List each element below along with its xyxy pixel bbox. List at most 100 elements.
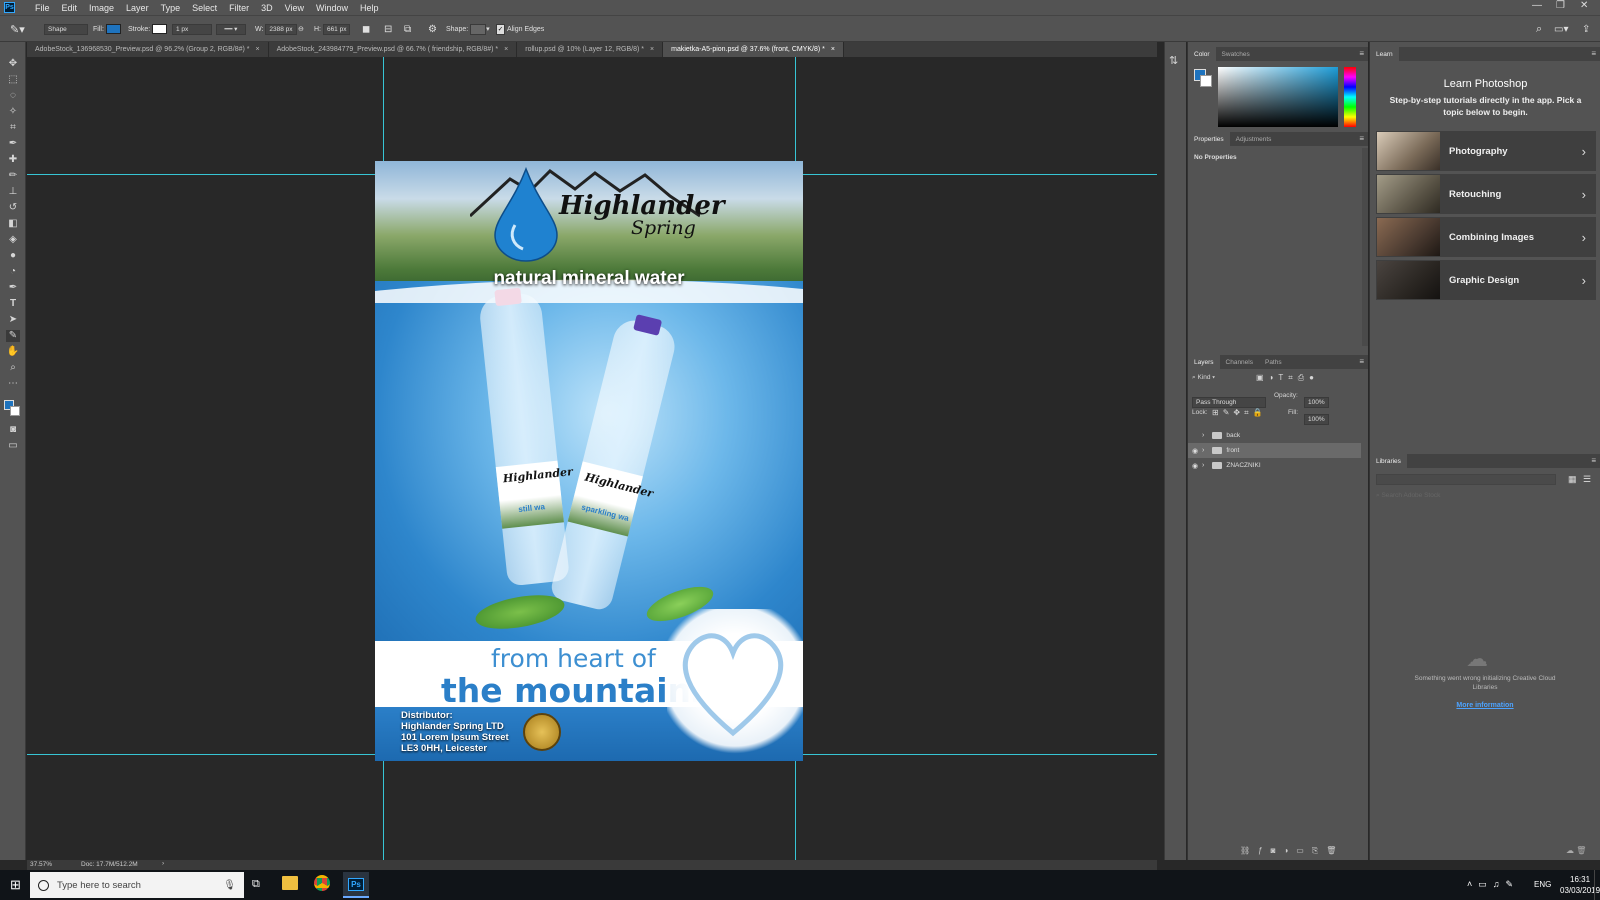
width-input[interactable]: 2388 px: [265, 23, 297, 35]
list-view-icon[interactable]: ☰: [1583, 474, 1591, 485]
crop-tool-icon[interactable]: ⌗: [6, 122, 20, 134]
workspace-icon[interactable]: ▭▾: [1554, 16, 1568, 42]
layer-row-znaczniki[interactable]: ◉ › ZNACZNIKI: [1188, 458, 1361, 473]
blur-tool-icon[interactable]: ●: [6, 250, 20, 262]
zoom-tool-icon[interactable]: ⌕: [6, 362, 20, 374]
panel-menu-icon[interactable]: ≡: [1591, 49, 1596, 58]
system-tray-icons[interactable]: ˄▭♫✎: [1467, 879, 1519, 890]
learn-item-retouching[interactable]: Retouching ›: [1376, 174, 1596, 214]
properties-scrollbar[interactable]: [1362, 148, 1368, 346]
quick-select-tool-icon[interactable]: ✧: [6, 106, 20, 118]
menu-type[interactable]: Type: [155, 3, 187, 13]
background-color-swatch[interactable]: [10, 406, 20, 416]
layer-filter-kind[interactable]: ⌕ Kind ▾: [1192, 374, 1215, 382]
lock-icons[interactable]: ⊞✎✥⌗🔒: [1212, 408, 1267, 418]
path-arrangement-icon[interactable]: ⧉: [404, 16, 411, 42]
menu-filter[interactable]: Filter: [223, 3, 255, 13]
panel-menu-icon[interactable]: ≡: [1359, 134, 1364, 143]
eye-icon[interactable]: ◉: [1188, 447, 1202, 455]
marquee-tool-icon[interactable]: ⬚: [6, 74, 20, 86]
visibility-off-icon[interactable]: [1188, 432, 1202, 439]
search-icon[interactable]: ⌕: [1536, 16, 1542, 42]
layer-row-back[interactable]: › back: [1188, 428, 1361, 443]
tab-properties[interactable]: Properties: [1188, 132, 1230, 146]
lasso-tool-icon[interactable]: ◌: [6, 90, 20, 102]
eraser-tool-icon[interactable]: ◧: [6, 218, 20, 230]
dodge-tool-icon[interactable]: ◔: [6, 266, 20, 278]
share-icon[interactable]: ⇪: [1582, 16, 1590, 42]
hand-tool-icon[interactable]: ✋: [6, 346, 20, 358]
chevron-right-icon[interactable]: ›: [1202, 432, 1204, 439]
menu-layer[interactable]: Layer: [120, 3, 155, 13]
screen-mode-icon[interactable]: ▭: [6, 440, 20, 452]
tab-channels[interactable]: Channels: [1220, 355, 1259, 369]
more-tools-icon[interactable]: ⋯: [6, 378, 20, 390]
menu-help[interactable]: Help: [354, 3, 385, 13]
opacity-input[interactable]: 100%: [1304, 391, 1329, 409]
photoshop-taskbar-button[interactable]: Ps: [343, 872, 369, 898]
learn-item-graphic-design[interactable]: Graphic Design ›: [1376, 260, 1596, 300]
menu-select[interactable]: Select: [186, 3, 223, 13]
history-brush-tool-icon[interactable]: ↺: [6, 202, 20, 214]
hue-slider[interactable]: [1344, 67, 1356, 127]
history-panel-icon[interactable]: ⇅: [1169, 54, 1178, 67]
path-alignment-icon[interactable]: ⊟: [384, 16, 392, 42]
align-edges-checkbox[interactable]: ✓: [496, 23, 505, 35]
pen-tool-preset-icon[interactable]: ✎▾: [10, 16, 25, 42]
tab-libraries[interactable]: Libraries: [1370, 454, 1407, 468]
chevron-right-icon[interactable]: ›: [1202, 447, 1204, 454]
close-icon[interactable]: ×: [256, 46, 260, 53]
learn-item-photography[interactable]: Photography ›: [1376, 131, 1596, 171]
tool-mode-select[interactable]: Shape: [44, 23, 88, 35]
fill-input[interactable]: 100%: [1304, 408, 1329, 426]
layer-filter-icons[interactable]: ▣◑T⌗⎙●: [1256, 373, 1319, 383]
move-tool-icon[interactable]: ✥: [6, 58, 20, 70]
tab-document-active[interactable]: makietka-A5-pion.psd @ 37.6% (front, CMY…: [663, 42, 844, 57]
quick-mask-icon[interactable]: ◙: [6, 424, 20, 436]
chevron-right-icon[interactable]: ›: [1202, 462, 1204, 469]
paint-bucket-tool-icon[interactable]: ◈: [6, 234, 20, 246]
color-bg-swatch[interactable]: [1200, 75, 1212, 87]
layer-row-front[interactable]: ◉ › front: [1188, 443, 1361, 458]
panel-menu-icon[interactable]: ≡: [1359, 49, 1364, 58]
close-icon[interactable]: ×: [831, 46, 835, 53]
path-operations-icon[interactable]: ◼: [362, 16, 370, 42]
gear-icon[interactable]: ⚙: [428, 16, 437, 42]
chrome-icon[interactable]: [314, 875, 330, 891]
input-language[interactable]: ENG: [1534, 880, 1551, 889]
tab-adjustments[interactable]: Adjustments: [1230, 132, 1278, 146]
close-icon[interactable]: ×: [504, 46, 508, 53]
layers-footer-icons[interactable]: ⛓ƒ◙◑▭⎘🗑: [1240, 846, 1344, 856]
close-icon[interactable]: ×: [650, 46, 654, 53]
stroke-width-input[interactable]: 1 px: [172, 23, 212, 35]
menu-3d[interactable]: 3D: [255, 3, 279, 13]
menu-view[interactable]: View: [279, 3, 310, 13]
tab-paths[interactable]: Paths: [1259, 355, 1288, 369]
clone-stamp-tool-icon[interactable]: ⊥: [6, 186, 20, 198]
library-search-input[interactable]: ⌕ Search Adobe Stock: [1376, 492, 1440, 500]
windows-start-icon[interactable]: ⊞: [10, 877, 21, 893]
type-tool-icon[interactable]: T: [6, 298, 20, 310]
path-selection-tool-icon[interactable]: ➤: [6, 314, 20, 326]
restore-button[interactable]: ❐: [1556, 0, 1565, 11]
microphone-icon[interactable]: 🎙: [223, 880, 236, 891]
tab-document-3[interactable]: rollup.psd @ 10% (Layer 12, RGB/8) * ×: [517, 42, 664, 57]
panel-menu-icon[interactable]: ≡: [1591, 456, 1596, 465]
show-desktop-button[interactable]: [1594, 870, 1600, 900]
custom-shape-tool-icon[interactable]: ✎: [6, 330, 20, 342]
stroke-swatch[interactable]: [152, 24, 168, 34]
minimize-button[interactable]: —: [1532, 0, 1542, 11]
tab-document-1[interactable]: AdobeStock_136968530_Preview.psd @ 96.2%…: [27, 42, 269, 57]
menu-file[interactable]: File: [29, 3, 56, 13]
pen-tool-icon[interactable]: ✒: [6, 282, 20, 294]
learn-item-combining-images[interactable]: Combining Images ›: [1376, 217, 1596, 257]
eye-icon[interactable]: ◉: [1188, 462, 1202, 470]
library-select[interactable]: [1376, 474, 1556, 485]
file-explorer-icon[interactable]: [282, 876, 298, 890]
more-information-link[interactable]: More information: [1410, 702, 1560, 709]
grid-view-icon[interactable]: ▦: [1568, 474, 1577, 485]
poster-document[interactable]: Highlander Spring natural mineral water …: [375, 161, 803, 761]
menu-image[interactable]: Image: [83, 3, 120, 13]
panel-menu-icon[interactable]: ≡: [1359, 357, 1364, 366]
link-dimensions-icon[interactable]: ⊖: [298, 25, 304, 33]
